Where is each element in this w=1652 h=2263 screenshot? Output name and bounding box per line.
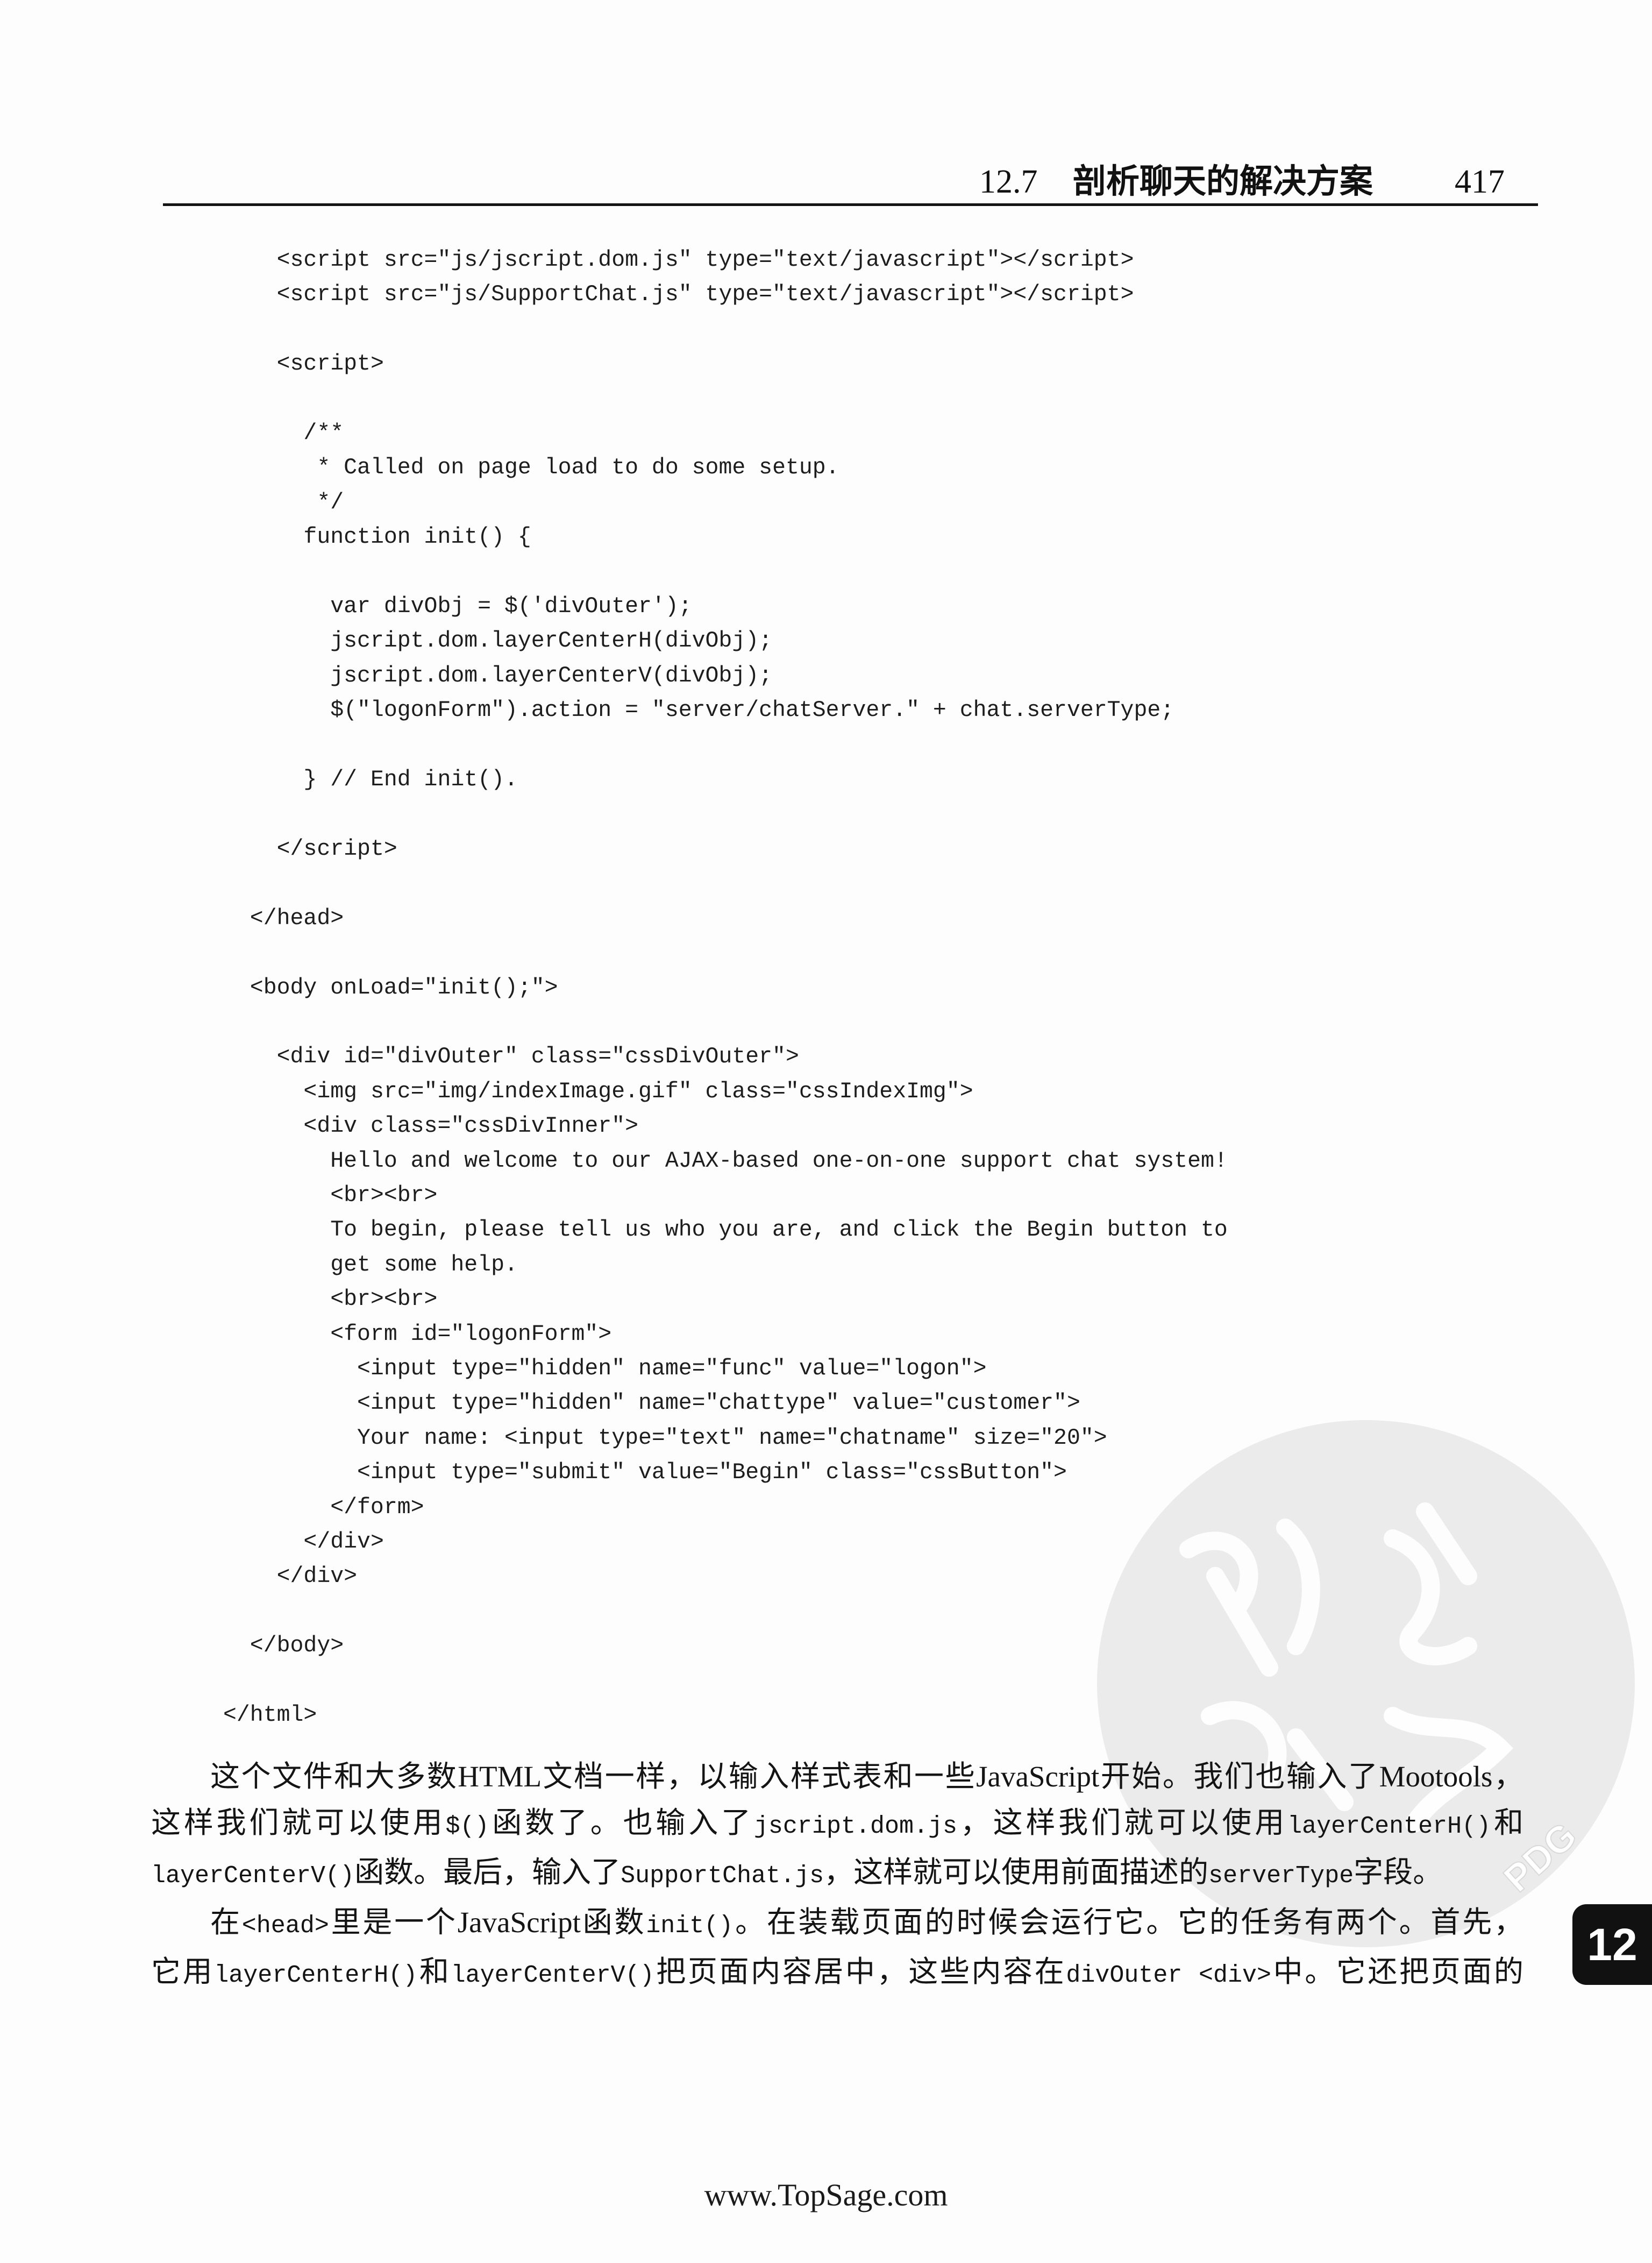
code-line: <br><br>	[330, 1287, 438, 1313]
inline-code: init()	[646, 1912, 734, 1940]
paragraph-text: 中。它还把页面的	[1271, 1955, 1523, 1988]
code-line: <form id="logonForm">	[330, 1321, 612, 1347]
inline-code: layerCenterV()	[151, 1862, 355, 1890]
paragraph-line: layerCenterV()函数。最后，输入了SupportChat.js，这样…	[151, 1849, 1523, 1899]
code-line: Hello and welcome to our AJAX-based one-…	[330, 1148, 1228, 1174]
code-line: $("logonForm").action = "server/chatServ…	[330, 698, 1174, 723]
code-line: <script src="js/jscript.dom.js" type="te…	[276, 247, 1134, 273]
chapter-tab: 12	[1572, 1904, 1652, 1985]
code-line: <script>	[276, 351, 384, 377]
code-line: <br><br>	[330, 1182, 438, 1208]
footer-url: www.TopSage.com	[704, 2177, 948, 2212]
page-number: 417	[1455, 164, 1505, 200]
code-line: </script>	[276, 836, 397, 862]
paragraph-text: 函数了。也输入了	[489, 1806, 754, 1839]
code-line: </body>	[250, 1633, 344, 1659]
code-line: <img src="img/indexImage.gif" class="css…	[303, 1079, 973, 1104]
code-line: </form>	[330, 1494, 424, 1520]
code-line: To begin, please tell us who you are, an…	[330, 1217, 1228, 1243]
code-line: <div id="divOuter" class="cssDivOuter">	[276, 1044, 799, 1070]
code-line: * Called on page load to do some setup.	[317, 455, 839, 481]
paragraph-text: 。在装载页面的时候会运行它。它的任务有两个。首先，	[733, 1905, 1523, 1939]
code-line: <input type="submit" value="Begin" class…	[357, 1460, 1067, 1486]
code-line: jscript.dom.layerCenterV(divObj);	[330, 663, 773, 689]
inline-code: layerCenterH()	[214, 1962, 418, 1989]
code-line: var divObj = $('divOuter');	[330, 594, 692, 620]
paragraph-text: 函数。最后，输入了	[354, 1856, 621, 1889]
code-line: */	[317, 490, 344, 515]
inline-code: <head>	[241, 1912, 329, 1940]
chapter-tab-number: 12	[1587, 1919, 1637, 1970]
body-paragraph: 在<head>里是一个JavaScript函数init()。在装载页面的时候会运…	[151, 1899, 1523, 1999]
code-line: get some help.	[330, 1252, 518, 1278]
paragraph-text: 和	[417, 1955, 451, 1988]
code-line: </head>	[250, 905, 344, 931]
code-line: <input type="hidden" name="chattype" val…	[357, 1391, 1080, 1416]
inline-code: serverType	[1208, 1862, 1354, 1890]
paragraph-text: 字段。	[1354, 1856, 1443, 1889]
inline-code: divOuter <div>	[1066, 1962, 1271, 1989]
code-line: function init() {	[303, 524, 531, 550]
code-line: <div class="cssDivInner">	[303, 1113, 639, 1139]
paragraph-text: 里是一个JavaScript函数	[329, 1905, 646, 1939]
paragraph-text: 这个文件和大多数HTML文档一样，以输入样式表和一些JavaScript开始。我…	[210, 1760, 1523, 1793]
inline-code: layerCenterV()	[451, 1962, 654, 1989]
paragraph-line: 它用layerCenterH()和layerCenterV()把页面内容居中，这…	[151, 1949, 1523, 1999]
inline-code: SupportChat.js	[621, 1862, 824, 1890]
paragraph-line: 在<head>里是一个JavaScript函数init()。在装载页面的时候会运…	[151, 1899, 1523, 1949]
paragraph-text: ，这样我们就可以使用	[957, 1806, 1288, 1839]
section-title: 剖析聊天的解决方案	[1073, 164, 1373, 200]
code-line: </html>	[223, 1702, 317, 1728]
paragraph-text: 这样我们就可以使用	[151, 1806, 446, 1839]
inline-code: layerCenterH()	[1287, 1812, 1491, 1840]
code-listing: <script src="js/jscript.dom.js" type="te…	[223, 243, 1228, 1733]
header-rule	[163, 203, 1538, 206]
paragraph-line: 这样我们就可以使用$()函数了。也输入了jscript.dom.js，这样我们就…	[151, 1800, 1523, 1850]
body-text: 这个文件和大多数HTML文档一样，以输入样式表和一些JavaScript开始。我…	[151, 1754, 1523, 1999]
code-line: </div>	[303, 1529, 384, 1555]
inline-code: $()	[445, 1812, 489, 1840]
paragraph-text: 和	[1491, 1806, 1523, 1839]
code-line: jscript.dom.layerCenterH(divObj);	[330, 628, 773, 654]
paragraph-text: 它用	[151, 1955, 215, 1988]
paragraph-line: 这个文件和大多数HTML文档一样，以输入样式表和一些JavaScript开始。我…	[151, 1754, 1523, 1800]
inline-code: jscript.dom.js	[753, 1812, 957, 1840]
code-line: <input type="hidden" name="func" value="…	[357, 1356, 987, 1381]
paragraph-text: 在	[210, 1905, 242, 1939]
code-line: </div>	[276, 1564, 358, 1590]
code-line: <script src="js/SupportChat.js" type="te…	[276, 282, 1134, 308]
section-number: 12.7	[979, 164, 1038, 200]
body-paragraph: 这个文件和大多数HTML文档一样，以输入样式表和一些JavaScript开始。我…	[151, 1754, 1523, 1899]
code-line: /**	[303, 421, 344, 446]
code-line: } // End init().	[303, 767, 518, 793]
code-line: Your name: <input type="text" name="chat…	[357, 1425, 1107, 1451]
paragraph-text: 把页面内容居中，这些内容在	[654, 1955, 1066, 1988]
paragraph-text: ，这样就可以使用前面描述的	[824, 1856, 1209, 1889]
code-line: <body onLoad="init();">	[250, 975, 558, 1001]
